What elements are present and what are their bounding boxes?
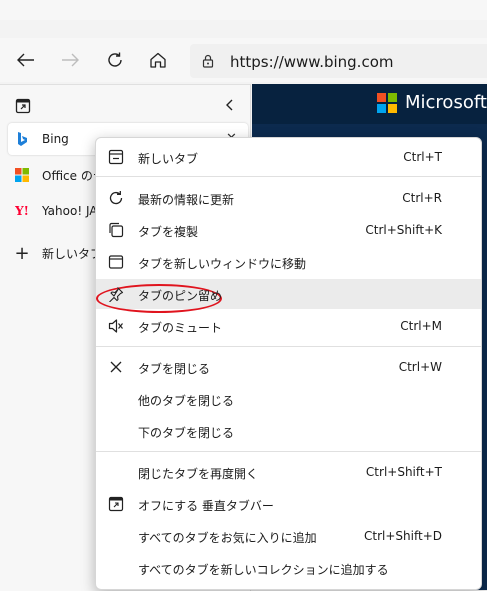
collapse-chevron-icon[interactable]	[224, 97, 236, 116]
menu-item-close-tab[interactable]: タブを閉じる Ctrl+W	[96, 352, 481, 382]
menu-label: 下のタブを閉じる	[138, 426, 235, 440]
menu-label: 最新の情報に更新	[138, 193, 235, 207]
window-icon	[107, 253, 125, 271]
menu-item-duplicate[interactable]: タブを複製 Ctrl+Shift+K	[96, 215, 481, 245]
menu-label: タブを閉じる	[138, 362, 211, 376]
microsoft-logo-icon	[377, 93, 397, 113]
menu-label: タブを新しいウィンドウに移動	[138, 257, 307, 271]
browser-toolbar: https://www.bing.com	[0, 38, 487, 82]
menu-divider	[96, 346, 481, 347]
menu-shortcut: Ctrl+W	[398, 360, 442, 374]
back-button[interactable]	[14, 48, 38, 72]
menu-shortcut: Ctrl+Shift+D	[364, 529, 442, 543]
mute-icon	[107, 317, 125, 335]
tab-label: Bing	[42, 132, 69, 146]
new-tab-icon	[107, 148, 125, 166]
menu-item-reopen-closed-tab[interactable]: 閉じたタブを再度開く Ctrl+Shift+T	[96, 457, 481, 487]
yahoo-icon: Y!	[15, 204, 29, 218]
menu-label: 他のタブを閉じる	[138, 394, 235, 408]
pin-icon	[107, 285, 125, 303]
vertical-tabs-icon[interactable]	[15, 98, 31, 117]
address-bar[interactable]: https://www.bing.com	[190, 44, 487, 78]
content-header: Microsoft	[252, 84, 487, 124]
back-arrow-icon	[17, 53, 34, 67]
forward-button[interactable]	[58, 48, 82, 72]
microsoft-brand-text: Microsoft	[405, 92, 487, 113]
menu-item-add-all-to-favorites[interactable]: すべてのタブをお気に入りに追加 Ctrl+Shift+D	[96, 521, 481, 551]
refresh-button[interactable]	[103, 48, 127, 72]
menu-item-new-tab[interactable]: 新しいタブ Ctrl+T	[96, 142, 481, 172]
plus-icon: +	[14, 242, 30, 264]
close-icon	[107, 358, 125, 376]
bing-icon	[14, 131, 30, 147]
refresh-icon	[108, 52, 122, 67]
menu-item-pin-tab[interactable]: タブのピン留め	[96, 279, 481, 313]
menu-shortcut: Ctrl+M	[400, 319, 442, 333]
home-icon	[150, 52, 166, 68]
menu-label: タブのミュート	[138, 321, 223, 335]
menu-shortcut: Ctrl+Shift+K	[365, 223, 442, 237]
lock-icon	[202, 54, 214, 71]
refresh-icon	[107, 189, 125, 207]
menu-item-move-to-new-window[interactable]: タブを新しいウィンドウに移動	[96, 247, 481, 277]
home-button[interactable]	[146, 48, 170, 72]
sidebar-header	[0, 95, 250, 119]
menu-item-add-all-to-collection[interactable]: すべてのタブを新しいコレクションに追加する	[96, 553, 481, 583]
tab-context-menu: 新しいタブ Ctrl+T 最新の情報に更新 Ctrl+R タブを複製 Ctrl+…	[95, 137, 482, 590]
menu-item-close-tabs-below[interactable]: 下のタブを閉じる	[96, 416, 481, 446]
office-icon	[14, 167, 30, 183]
menu-item-mute-tab[interactable]: タブのミュート Ctrl+M	[96, 311, 481, 341]
menu-label: オフにする 垂直タブバー	[138, 499, 274, 513]
menu-label: タブのピン留め	[138, 289, 223, 303]
duplicate-icon	[107, 221, 125, 239]
menu-item-turn-off-vertical-tabs[interactable]: オフにする 垂直タブバー	[96, 489, 481, 519]
menu-shortcut: Ctrl+R	[402, 191, 442, 205]
menu-label: すべてのタブを新しいコレクションに追加する	[138, 563, 389, 577]
forward-arrow-icon	[62, 53, 79, 67]
url-text: https://www.bing.com	[230, 53, 394, 71]
menu-label: 閉じたタブを再度開く	[138, 467, 259, 481]
menu-item-refresh[interactable]: 最新の情報に更新 Ctrl+R	[96, 183, 481, 213]
menu-label: すべてのタブをお気に入りに追加	[138, 531, 317, 545]
menu-label: 新しいタブ	[138, 152, 199, 166]
menu-shortcut: Ctrl+Shift+T	[365, 465, 442, 479]
vertical-tabs-icon	[107, 495, 125, 513]
menu-shortcut: Ctrl+T	[403, 150, 442, 164]
title-strip	[0, 0, 487, 20]
new-tab-label: 新しいタブ	[42, 246, 103, 261]
menu-label: タブを複製	[138, 225, 199, 239]
menu-divider	[96, 451, 481, 452]
menu-divider	[96, 176, 481, 177]
menu-item-close-other-tabs[interactable]: 他のタブを閉じる	[96, 384, 481, 414]
